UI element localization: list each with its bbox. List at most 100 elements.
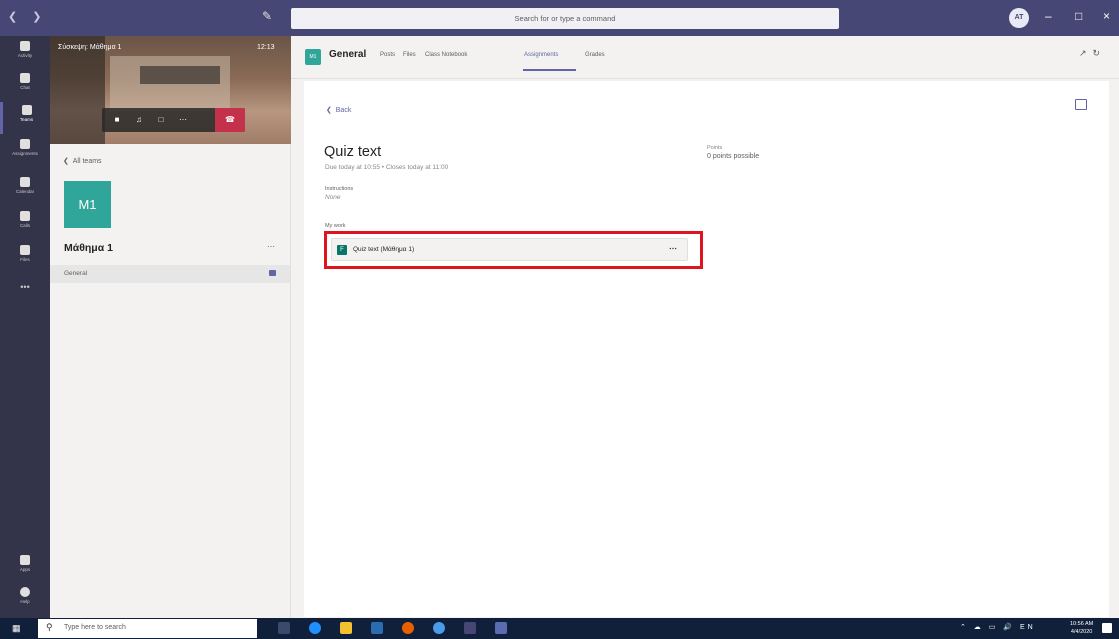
all-teams-link[interactable]: ❮ All teams: [63, 157, 102, 165]
work-item[interactable]: F Quiz text (Μάθημα 1) ⋯: [331, 238, 688, 261]
search-icon: ⚲: [46, 622, 53, 632]
rail-label: Chat: [20, 85, 30, 90]
chat-icon: [20, 73, 30, 83]
rail-label: Help: [20, 599, 30, 604]
help-icon: [20, 587, 30, 597]
rail-label: Teams: [19, 117, 34, 122]
back-button[interactable]: ❮ Back: [326, 106, 351, 114]
rail-label: Files: [20, 257, 30, 262]
minimize-icon[interactable]: –: [1045, 9, 1052, 23]
channel-item-general[interactable]: General: [50, 265, 290, 283]
points-value: 0 points possible: [707, 153, 760, 160]
active-tab-indicator: [523, 69, 576, 71]
windows-taskbar: ▦ ⚲ Type here to search ⌃ ☁ ▭ 🔊 EN 10:56…: [0, 618, 1119, 639]
tab-grades[interactable]: Grades: [585, 52, 605, 58]
video-background: [50, 36, 105, 144]
rail-activity[interactable]: Activity: [0, 38, 50, 70]
mic-icon[interactable]: ♫: [134, 115, 144, 125]
all-teams-label: All teams: [72, 158, 102, 165]
app-rail: Activity Chat Teams Assignments Calendar…: [0, 36, 50, 618]
rail-calls[interactable]: Calls: [0, 208, 50, 240]
new-chat-icon[interactable]: ✎: [262, 9, 276, 23]
my-work-label: My work: [325, 223, 346, 229]
rail-chat[interactable]: Chat: [0, 70, 50, 102]
back-label: Back: [335, 107, 352, 114]
expand-icon[interactable]: ↗↻: [1079, 48, 1106, 59]
app-taskbar-icon[interactable]: [495, 622, 507, 634]
system-clock[interactable]: 10:56 AM 4/4/2020: [1070, 620, 1093, 636]
title-bar: ❮ ❯ ✎ Search for or type a command AT – …: [0, 0, 1119, 36]
meeting-timer: 12:13: [257, 44, 275, 51]
rail-teams[interactable]: Teams: [0, 102, 50, 134]
open-in-new-icon[interactable]: [1075, 99, 1087, 110]
meeting-video[interactable]: Σύσκεψη: Μάθημα 1 12:13 ■ ♫ □ ⋯ ☎: [50, 36, 291, 144]
share-icon[interactable]: □: [156, 115, 166, 125]
rail-assignments[interactable]: Assignments: [0, 136, 50, 168]
teams-taskbar-icon[interactable]: [464, 622, 476, 634]
firefox-icon[interactable]: [402, 622, 414, 634]
system-tray[interactable]: ⌃ ☁ ▭ 🔊 EN: [960, 623, 1036, 631]
team-more-icon[interactable]: ⋯: [267, 242, 275, 251]
maximize-icon[interactable]: □: [1075, 9, 1082, 23]
windows-start-icon[interactable]: ▦: [12, 623, 23, 634]
taskbar-search[interactable]: ⚲ Type here to search: [38, 619, 257, 638]
edge-icon[interactable]: [309, 622, 321, 634]
assignment-title: Quiz text: [324, 144, 382, 160]
tab-assignments[interactable]: Assignments: [524, 52, 558, 58]
rail-label: Apps: [19, 567, 31, 572]
forms-icon: F: [337, 245, 347, 255]
assignment-details: ❮ Back Quiz text Due today at 10:55 • Cl…: [304, 81, 1109, 617]
bell-icon: [20, 41, 30, 51]
channel-title: General: [329, 49, 367, 60]
rail-files[interactable]: Files: [0, 242, 50, 274]
apps-icon: [20, 555, 30, 565]
search-input[interactable]: Search for or type a command: [291, 8, 839, 29]
file-explorer-icon[interactable]: [340, 622, 352, 634]
file-icon: [20, 245, 30, 255]
phone-icon: [20, 211, 30, 221]
clock-time: 10:56 AM: [1070, 621, 1094, 627]
camera-icon[interactable]: ■: [112, 115, 122, 125]
team-avatar: M1: [64, 181, 111, 228]
taskbar-search-placeholder: Type here to search: [64, 624, 126, 631]
task-view-icon[interactable]: [278, 622, 290, 634]
teams-icon: [21, 105, 32, 115]
hangup-button[interactable]: ☎: [215, 108, 245, 132]
chrome-icon[interactable]: [433, 622, 445, 634]
store-icon[interactable]: [371, 622, 383, 634]
language-indicator: EN: [1019, 624, 1036, 631]
due-date: Due today at 10:55 • Closes today at 11:…: [325, 164, 449, 171]
rail-label: Activity: [17, 53, 33, 58]
rail-help[interactable]: Help: [0, 584, 50, 616]
tab-class-notebook[interactable]: Class Notebook: [425, 52, 467, 58]
assignments-icon: [20, 139, 30, 149]
clock-date: 4/4/2020: [1070, 629, 1093, 635]
rail-calendar[interactable]: Calendar: [0, 174, 50, 206]
meeting-camera-icon: [269, 270, 276, 276]
rail-apps[interactable]: Apps: [0, 552, 50, 584]
notification-icon[interactable]: [1102, 623, 1112, 633]
channel-label: General: [64, 270, 88, 277]
instructions-value: None: [325, 194, 341, 201]
work-item-label: Quiz text (Μάθημα 1): [353, 246, 415, 253]
points-label: Points: [707, 145, 723, 151]
instructions-label: Instructions: [325, 186, 354, 192]
more-apps-icon[interactable]: •••: [0, 282, 50, 292]
channel-header: M1 General Posts Files Class Notebook As…: [291, 36, 1119, 79]
rail-label: Assignments: [12, 151, 38, 156]
call-controls: ■ ♫ □ ⋯ ☎: [102, 108, 245, 132]
calendar-icon: [20, 177, 30, 187]
tab-posts[interactable]: Posts: [380, 52, 395, 58]
video-background: [140, 66, 220, 84]
more-options-icon[interactable]: ⋯: [669, 244, 677, 253]
close-icon[interactable]: ×: [1103, 9, 1110, 23]
avatar[interactable]: AT: [1009, 8, 1029, 28]
rail-label: Calls: [19, 223, 30, 228]
channel-badge: M1: [305, 49, 321, 65]
nav-arrows[interactable]: ❮ ❯: [8, 10, 48, 23]
more-icon[interactable]: ⋯: [178, 115, 188, 125]
meeting-title: Σύσκεψη: Μάθημα 1: [58, 44, 122, 51]
rail-label: Calendar: [15, 189, 35, 194]
tab-files[interactable]: Files: [403, 52, 416, 58]
teams-panel: Σύσκεψη: Μάθημα 1 12:13 ■ ♫ □ ⋯ ☎ ❮ All …: [50, 36, 291, 618]
